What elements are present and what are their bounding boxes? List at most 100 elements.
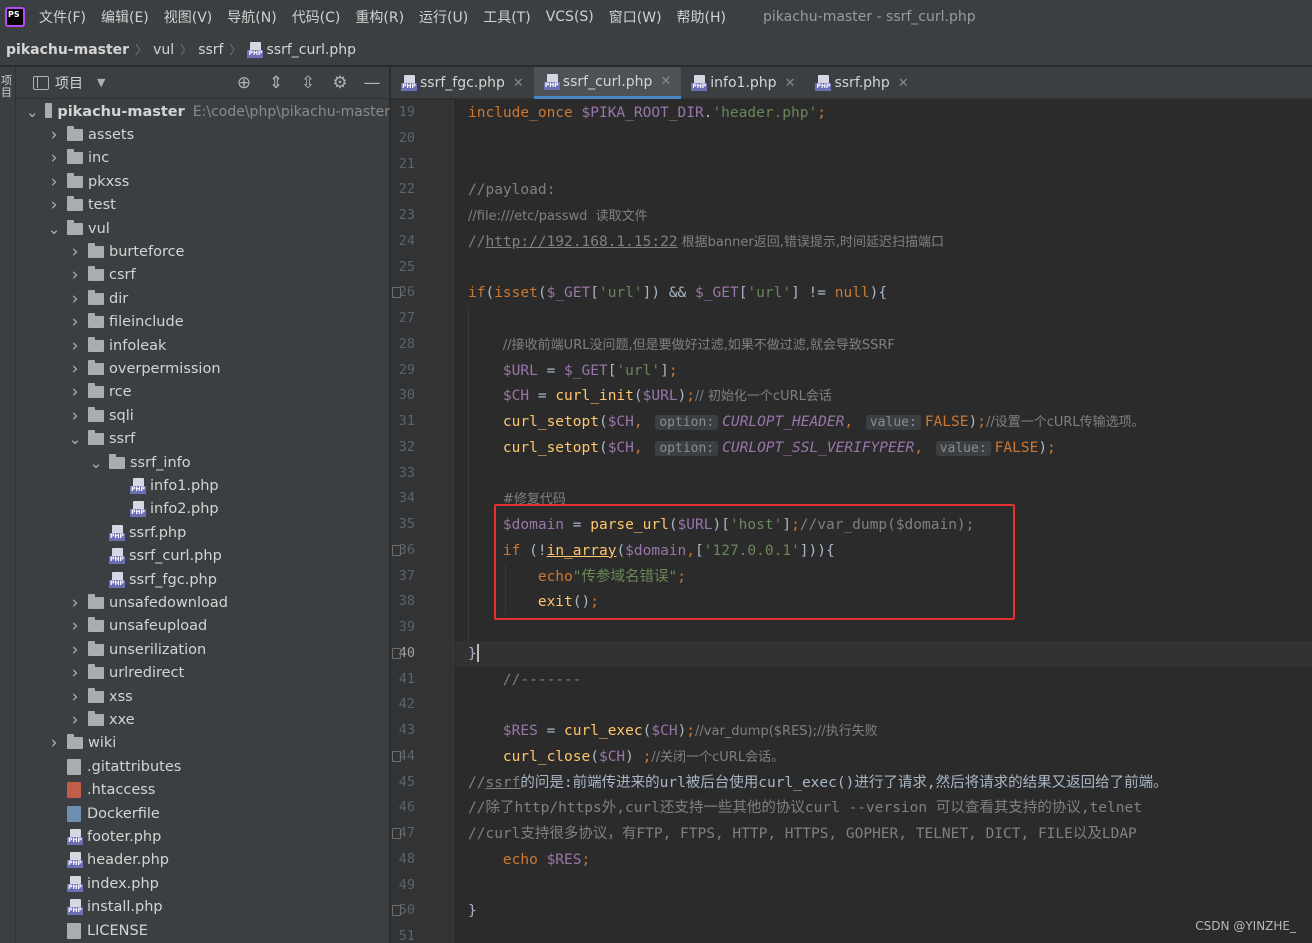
- code-editor[interactable]: CSDN @YINZHE_ include_once $PIKA_ROOT_DI…: [455, 100, 1312, 943]
- chevron-down-icon[interactable]: ⌄: [26, 103, 39, 121]
- tree-folder[interactable]: › dir: [16, 287, 390, 310]
- chevron-right-icon[interactable]: ›: [47, 148, 61, 168]
- tree-folder[interactable]: › test: [16, 194, 390, 217]
- tree-folder[interactable]: › assets: [16, 123, 390, 146]
- tree-file[interactable]: LICENSE: [16, 919, 390, 942]
- chevron-right-icon[interactable]: ›: [68, 265, 82, 285]
- chevron-right-icon[interactable]: ›: [68, 242, 82, 262]
- fold-marker-icon[interactable]: [392, 544, 401, 556]
- chevron-right-icon[interactable]: ›: [47, 733, 61, 753]
- chevron-right-icon[interactable]: ›: [68, 312, 82, 332]
- tree-folder[interactable]: › wiki: [16, 732, 390, 755]
- fold-marker-icon[interactable]: [392, 828, 401, 839]
- tree-folder[interactable]: › inc: [16, 147, 390, 170]
- fold-marker-icon[interactable]: [392, 905, 401, 917]
- fold-marker-icon[interactable]: [392, 287, 401, 299]
- tree-folder[interactable]: ⌄ vul: [16, 217, 390, 240]
- tree-file[interactable]: info1.php: [16, 474, 390, 497]
- tree-folder[interactable]: › rce: [16, 381, 390, 404]
- tree-file[interactable]: .htaccess: [16, 779, 390, 802]
- chevron-right-icon[interactable]: ›: [68, 640, 82, 660]
- chevron-right-icon[interactable]: ›: [68, 616, 82, 636]
- tree-file[interactable]: header.php: [16, 849, 390, 872]
- tree-file[interactable]: ssrf_curl.php: [16, 545, 390, 568]
- chevron-right-icon[interactable]: ›: [68, 382, 82, 402]
- menu-help[interactable]: 帮助(H): [677, 7, 726, 27]
- breadcrumb-project[interactable]: pikachu-master: [6, 42, 129, 58]
- tree-file[interactable]: footer.php: [16, 825, 390, 848]
- menu-tools[interactable]: 工具(T): [483, 7, 530, 27]
- chevron-right-icon[interactable]: ›: [68, 406, 82, 426]
- close-icon[interactable]: ✕: [513, 76, 524, 91]
- tree-file[interactable]: Dockerfile: [16, 802, 390, 825]
- chevron-right-icon[interactable]: ›: [68, 663, 82, 683]
- tree-folder[interactable]: › xxe: [16, 708, 390, 731]
- menu-code[interactable]: 代码(C): [292, 7, 341, 27]
- tree-folder[interactable]: › xss: [16, 685, 390, 708]
- code-token: =: [537, 362, 565, 379]
- fold-marker-icon[interactable]: [392, 647, 401, 659]
- tree-file[interactable]: .gitattributes: [16, 755, 390, 778]
- tree-folder[interactable]: › infoleak: [16, 334, 390, 357]
- menu-edit[interactable]: 编辑(E): [101, 7, 149, 27]
- tree-folder[interactable]: › csrf: [16, 264, 390, 287]
- project-view-label[interactable]: 项目: [55, 73, 83, 93]
- tree-folder[interactable]: ⌄ ssrf_info: [16, 451, 390, 474]
- hide-panel-icon[interactable]: —: [363, 73, 381, 93]
- close-icon[interactable]: ✕: [898, 76, 909, 91]
- chevron-right-icon[interactable]: ›: [68, 359, 82, 379]
- tab-ssrf-fgc-php[interactable]: ssrf_fgc.php ✕: [391, 67, 534, 99]
- locate-file-icon[interactable]: ⊕: [235, 73, 253, 93]
- tree-file[interactable]: info2.php: [16, 498, 390, 521]
- tree-file[interactable]: ssrf.php: [16, 521, 390, 544]
- tree-folder[interactable]: › unsafeupload: [16, 615, 390, 638]
- tree-file[interactable]: ssrf_fgc.php: [16, 568, 390, 591]
- tree-folder[interactable]: › pkxss: [16, 170, 390, 193]
- chevron-down-icon[interactable]: ⌄: [47, 220, 61, 238]
- tree-file[interactable]: index.php: [16, 872, 390, 895]
- expand-all-icon[interactable]: ⇕: [267, 73, 285, 93]
- chevron-right-icon[interactable]: ›: [47, 172, 61, 192]
- close-icon[interactable]: ✕: [785, 76, 796, 91]
- chevron-right-icon[interactable]: ›: [68, 336, 82, 356]
- project-tool-window-button[interactable]: 项目: [1, 75, 14, 99]
- tab-ssrf-curl-php[interactable]: ssrf_curl.php ✕: [533, 67, 682, 99]
- breadcrumb-file[interactable]: ssrf_curl.php: [266, 42, 356, 58]
- code-token: (!: [529, 542, 547, 559]
- menu-navigate[interactable]: 导航(N): [227, 7, 276, 27]
- chevron-right-icon[interactable]: ›: [47, 125, 61, 145]
- chevron-right-icon[interactable]: ›: [47, 195, 61, 215]
- tree-folder[interactable]: ⌄ pikachu-master E:\code\php\pikachu-maste…: [16, 100, 390, 123]
- fold-marker-icon[interactable]: [392, 750, 401, 762]
- tab-info1-php[interactable]: info1.php ✕: [681, 67, 805, 99]
- tree-folder[interactable]: › unserilization: [16, 638, 390, 661]
- tree-folder[interactable]: ⌄ ssrf: [16, 428, 390, 451]
- tree-folder[interactable]: › burteforce: [16, 240, 390, 263]
- tree-folder[interactable]: › fileinclude: [16, 311, 390, 334]
- chevron-right-icon[interactable]: ›: [68, 710, 82, 730]
- chevron-down-icon[interactable]: ⌄: [89, 454, 103, 472]
- collapse-all-icon[interactable]: ⇳: [299, 73, 317, 93]
- code-token: FALSE: [994, 439, 1039, 456]
- tree-file[interactable]: install.php: [16, 896, 390, 919]
- menu-file[interactable]: 文件(F): [39, 7, 86, 27]
- tree-folder[interactable]: › unsafedownload: [16, 591, 390, 614]
- tree-folder[interactable]: › sqli: [16, 404, 390, 427]
- gear-icon[interactable]: ⚙: [331, 73, 349, 93]
- menu-refactor[interactable]: 重构(R): [355, 7, 404, 27]
- menu-window[interactable]: 窗口(W): [609, 7, 662, 27]
- tab-ssrf-php[interactable]: ssrf.php ✕: [805, 67, 918, 99]
- chevron-right-icon[interactable]: ›: [68, 593, 82, 613]
- close-icon[interactable]: ✕: [660, 74, 671, 89]
- chevron-right-icon[interactable]: ›: [68, 687, 82, 707]
- tree-folder[interactable]: › overpermission: [16, 357, 390, 380]
- breadcrumb-ssrf[interactable]: ssrf: [198, 42, 223, 58]
- menu-view[interactable]: 视图(V): [164, 7, 213, 27]
- breadcrumb-vul[interactable]: vul: [153, 42, 174, 58]
- menu-vcs[interactable]: VCS(S): [546, 9, 594, 25]
- chevron-down-icon[interactable]: ▼: [97, 76, 105, 89]
- chevron-right-icon[interactable]: ›: [68, 289, 82, 309]
- menu-run[interactable]: 运行(U): [419, 7, 468, 27]
- tree-folder[interactable]: › urlredirect: [16, 662, 390, 685]
- chevron-down-icon[interactable]: ⌄: [68, 430, 82, 448]
